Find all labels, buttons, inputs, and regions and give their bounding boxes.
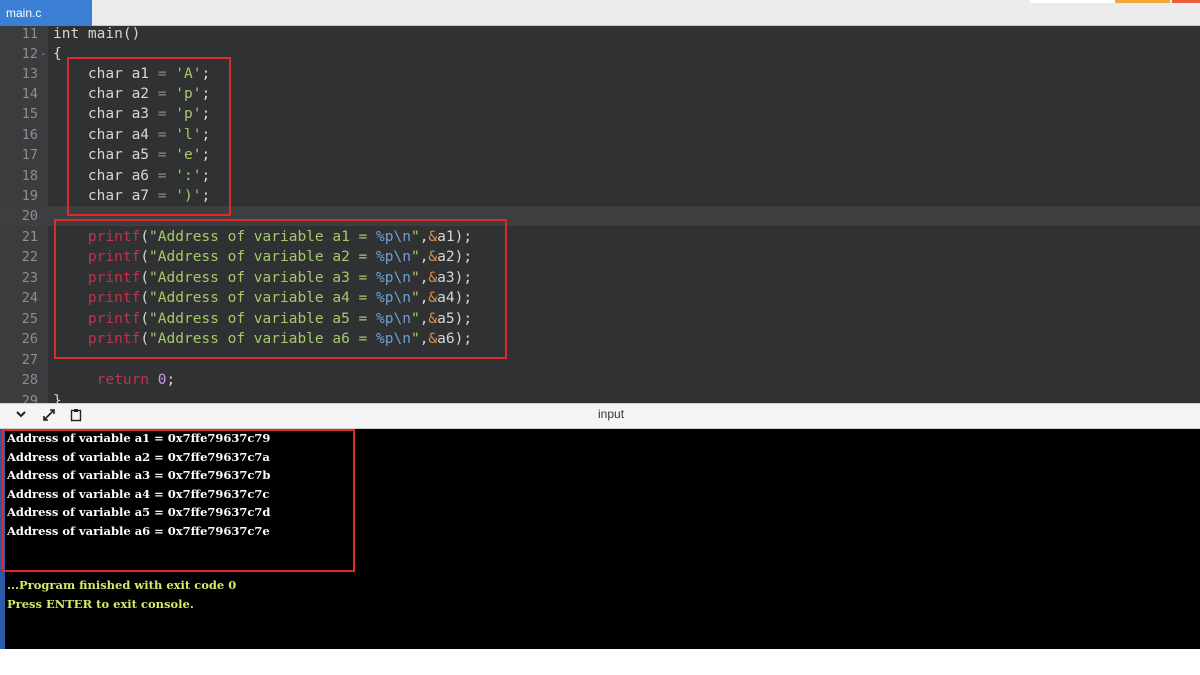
code-token: } bbox=[53, 393, 62, 403]
line-number: 19 bbox=[21, 188, 38, 204]
highlight-box-declarations bbox=[67, 57, 231, 216]
line-number: 11 bbox=[21, 26, 38, 42]
line-number: 15 bbox=[21, 106, 38, 122]
window-strip-accent-2 bbox=[1172, 0, 1200, 3]
line-number: 13 bbox=[21, 66, 38, 82]
code-editor[interactable]: 11 int main() 12-{13 char a1 = 'A'; 14 char… bbox=[0, 26, 1200, 403]
clipboard-icon[interactable] bbox=[70, 408, 82, 426]
window-strip-accent bbox=[1115, 0, 1170, 3]
code-line[interactable]: 11 int main() bbox=[0, 26, 1200, 44]
line-number: 18 bbox=[21, 168, 38, 184]
line-number: 14 bbox=[21, 86, 38, 102]
line-number: 22 bbox=[21, 249, 38, 265]
press-enter-message: Press ENTER to exit console. bbox=[7, 596, 194, 611]
line-number: 29 bbox=[21, 393, 38, 403]
input-label: input bbox=[598, 407, 625, 421]
line-number: 25 bbox=[21, 311, 38, 327]
code-text: } bbox=[53, 391, 62, 403]
code-text: return 0; bbox=[53, 370, 176, 390]
line-number: 23 bbox=[21, 270, 38, 286]
tab-main-c[interactable]: main.c bbox=[0, 0, 92, 26]
highlight-box-printf bbox=[54, 219, 507, 359]
output-console[interactable]: Address of variable a1 = 0x7ffe79637c79 A… bbox=[0, 429, 1200, 649]
line-number: 28 bbox=[21, 372, 38, 388]
code-token: int main() bbox=[53, 26, 141, 42]
editor-tab-bar: main.c bbox=[0, 0, 1200, 26]
line-number: 26 bbox=[21, 331, 38, 347]
line-number: 21 bbox=[21, 229, 38, 245]
line-number: 27 bbox=[21, 352, 38, 368]
line-number: 20 bbox=[21, 208, 38, 224]
code-text: int main() bbox=[53, 26, 140, 44]
chevron-down-icon[interactable] bbox=[15, 408, 27, 424]
window-strip bbox=[1030, 0, 1115, 3]
io-panel-header: input bbox=[0, 403, 1200, 429]
code-token: ; bbox=[166, 372, 176, 388]
line-number: 12 bbox=[21, 46, 38, 62]
code-line[interactable]: 29} bbox=[0, 391, 1200, 403]
expand-arrows-icon[interactable] bbox=[42, 408, 56, 426]
fold-toggle[interactable]: - bbox=[40, 44, 47, 64]
program-finished-message: ...Program finished with exit code 0 bbox=[7, 578, 237, 592]
line-number: 24 bbox=[21, 290, 38, 306]
line-number: 16 bbox=[21, 127, 38, 143]
code-token: { bbox=[53, 46, 62, 62]
code-text: { bbox=[53, 44, 62, 64]
line-number: 17 bbox=[21, 147, 38, 163]
code-line[interactable]: 28 return 0; bbox=[0, 370, 1200, 390]
code-token: return bbox=[96, 372, 150, 388]
code-token: 0 bbox=[157, 372, 167, 388]
highlight-box-output bbox=[2, 429, 355, 572]
